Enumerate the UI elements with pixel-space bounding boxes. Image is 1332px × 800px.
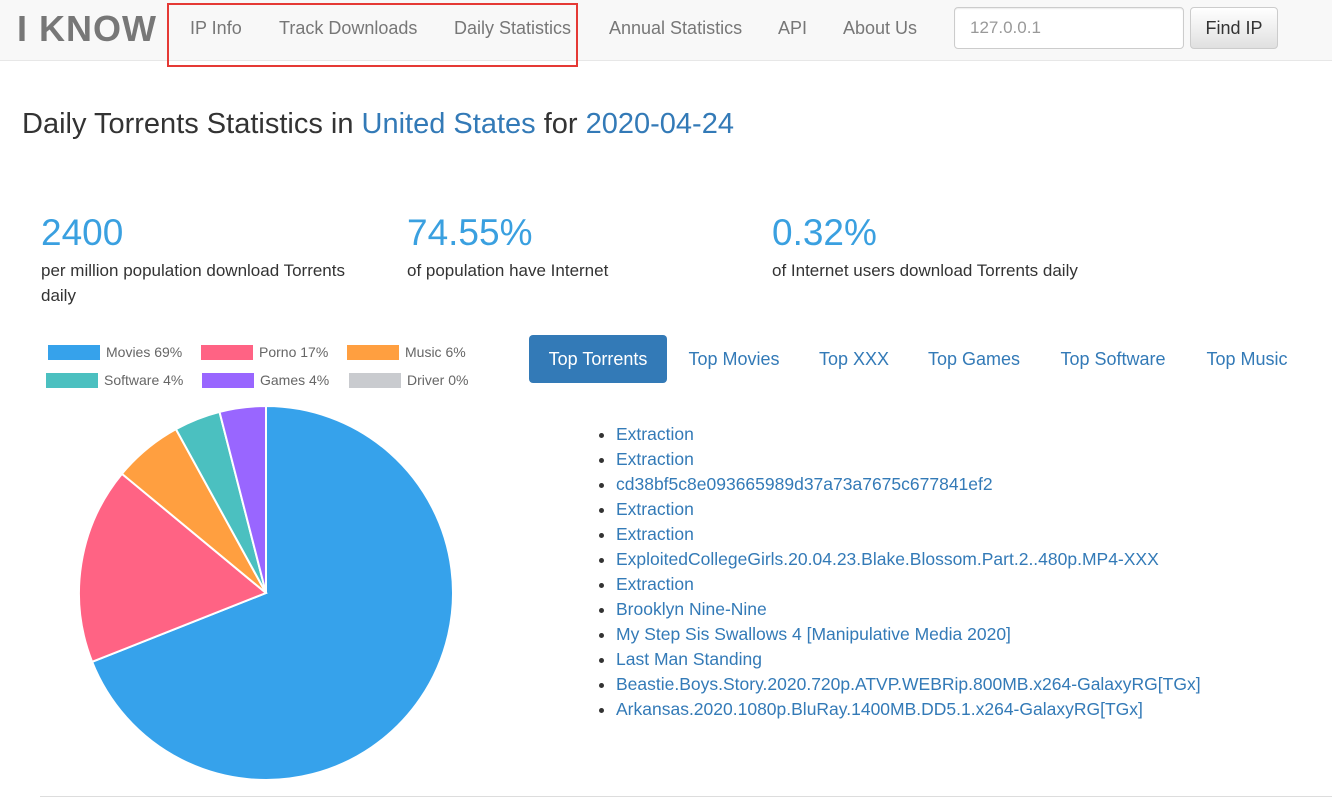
nav-about-us[interactable]: About Us (843, 18, 917, 39)
find-ip-button[interactable]: Find IP (1190, 7, 1278, 49)
title-prefix: Daily Torrents Statistics in (22, 108, 362, 140)
list-item: Last Man Standing (616, 647, 1201, 672)
legend-label: Software 4% (104, 372, 184, 388)
stat-internet-users-download: 0.32% of Internet users download Torrent… (772, 212, 1112, 283)
list-item: My Step Sis Swallows 4 [Manipulative Med… (616, 622, 1201, 647)
list-item: Brooklyn Nine-Nine (616, 597, 1201, 622)
torrent-link[interactable]: Arkansas.2020.1080p.BluRay.1400MB.DD5.1.… (616, 699, 1143, 719)
legend-item-movies[interactable]: Movies 69% (48, 344, 182, 360)
list-item: Extraction (616, 497, 1201, 522)
stat-internet-population: 74.55% of population have Internet (407, 212, 747, 283)
stat-label: of population have Internet (407, 261, 609, 280)
torrent-category-pie-chart (78, 404, 454, 781)
torrent-link[interactable]: Last Man Standing (616, 649, 762, 669)
legend-swatch (202, 372, 254, 388)
legend-label: Movies 69% (106, 344, 183, 360)
torrent-link[interactable]: Extraction (616, 449, 694, 469)
stat-value: 74.55% (407, 212, 533, 253)
stat-value: 2400 (41, 212, 124, 253)
list-item: Extraction (616, 447, 1201, 472)
tab-top-games[interactable]: Top Games (917, 335, 1031, 383)
list-item: Extraction (616, 422, 1201, 447)
torrent-link[interactable]: Extraction (616, 574, 694, 594)
legend-swatch (349, 372, 401, 388)
stat-downloads-per-million: 2400 per million population download Tor… (41, 212, 381, 308)
title-country-link[interactable]: United States (362, 108, 536, 140)
legend-item-porno[interactable]: Porno 17% (201, 344, 328, 360)
legend-swatch (48, 344, 100, 360)
legend-item-games[interactable]: Games 4% (202, 372, 329, 388)
torrent-link[interactable]: ExploitedCollegeGirls.20.04.23.Blake.Blo… (616, 549, 1159, 569)
legend-swatch (347, 344, 399, 360)
torrent-link[interactable]: cd38bf5c8e093665989d37a73a7675c677841ef2 (616, 474, 993, 494)
torrent-link[interactable]: Extraction (616, 499, 694, 519)
brand-logo[interactable]: I KNOW (17, 8, 157, 50)
ip-search-input[interactable] (954, 7, 1184, 49)
divider (40, 796, 1332, 797)
tab-top-music[interactable]: Top Music (1195, 335, 1299, 383)
list-item: Extraction (616, 522, 1201, 547)
title-date-link[interactable]: 2020-04-24 (586, 108, 734, 140)
list-item: Arkansas.2020.1080p.BluRay.1400MB.DD5.1.… (616, 697, 1201, 722)
tab-top-software[interactable]: Top Software (1047, 335, 1179, 383)
legend-item-driver[interactable]: Driver 0% (349, 372, 468, 388)
list-item: Beastie.Boys.Story.2020.720p.ATVP.WEBRip… (616, 672, 1201, 697)
legend-label: Music 6% (405, 344, 466, 360)
stat-value: 0.32% (772, 212, 877, 253)
torrent-link[interactable]: Extraction (616, 424, 694, 444)
torrent-link[interactable]: My Step Sis Swallows 4 [Manipulative Med… (616, 624, 1011, 644)
nav-annual-statistics[interactable]: Annual Statistics (609, 18, 742, 39)
tab-top-xxx[interactable]: Top XXX (805, 335, 903, 383)
list-item: cd38bf5c8e093665989d37a73a7675c677841ef2 (616, 472, 1201, 497)
title-middle: for (535, 108, 586, 140)
tab-top-movies[interactable]: Top Movies (677, 335, 791, 383)
legend-item-music[interactable]: Music 6% (347, 344, 466, 360)
legend-item-software[interactable]: Software 4% (46, 372, 183, 388)
torrent-link[interactable]: Extraction (616, 524, 694, 544)
torrent-link[interactable]: Beastie.Boys.Story.2020.720p.ATVP.WEBRip… (616, 674, 1201, 694)
stat-label: of Internet users download Torrents dail… (772, 261, 1078, 280)
legend-label: Games 4% (260, 372, 330, 388)
legend-label: Porno 17% (259, 344, 329, 360)
legend-swatch (46, 372, 98, 388)
tab-top-torrents[interactable]: Top Torrents (529, 335, 667, 383)
page-title: Daily Torrents Statistics in United Stat… (22, 108, 734, 141)
legend-label: Driver 0% (407, 372, 469, 388)
legend-swatch (201, 344, 253, 360)
list-item: Extraction (616, 572, 1201, 597)
torrent-link[interactable]: Brooklyn Nine-Nine (616, 599, 767, 619)
top-torrents-list: Extraction Extraction cd38bf5c8e09366598… (596, 422, 1201, 722)
list-item: ExploitedCollegeGirls.20.04.23.Blake.Blo… (616, 547, 1201, 572)
highlight-annotation-box (167, 3, 578, 67)
stat-label: per million population download Torrents… (41, 261, 345, 305)
nav-api[interactable]: API (778, 18, 807, 39)
